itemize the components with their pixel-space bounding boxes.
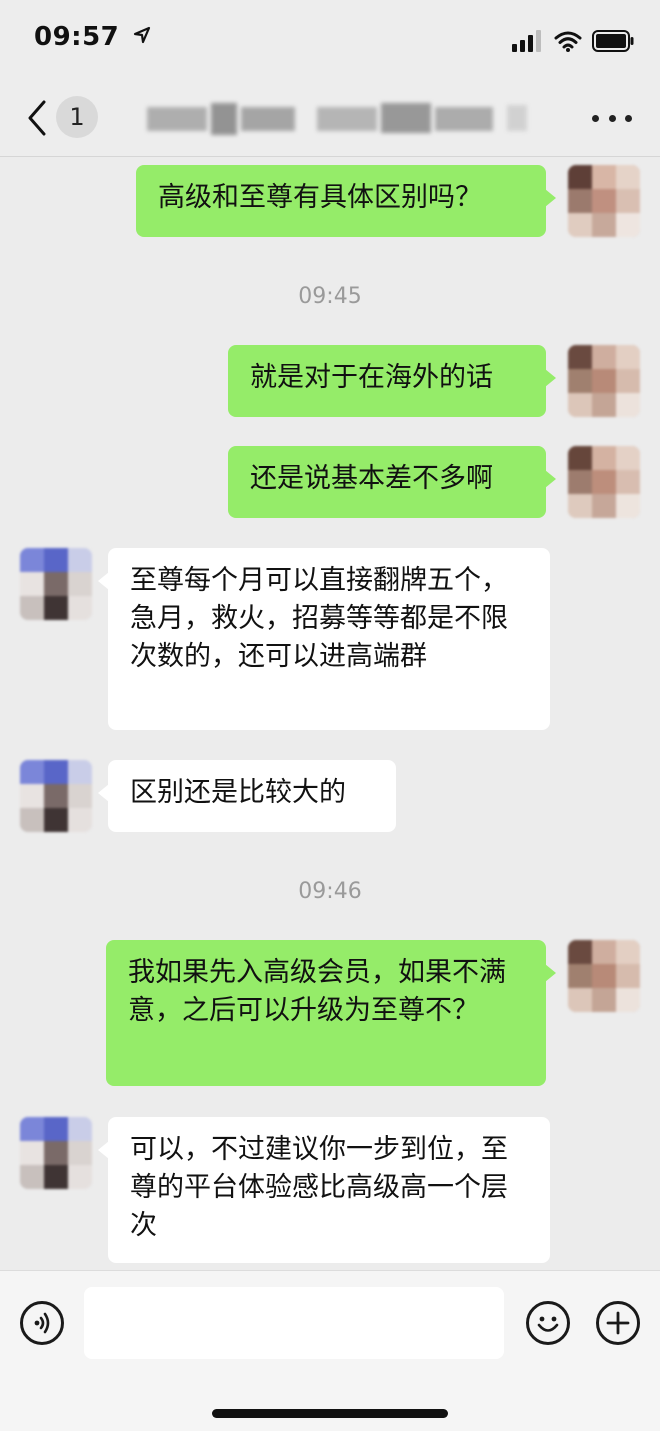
emoji-button[interactable] [526, 1301, 570, 1345]
unread-count-badge: 1 [56, 96, 98, 138]
wifi-icon [554, 31, 582, 52]
status-time-text: 09:57 [34, 22, 120, 52]
battery-icon [592, 30, 634, 52]
status-bar: 09:57 [0, 0, 660, 80]
message-bubble-incoming[interactable]: 可以，不过建议你一步到位，至尊的平台体验感比高级高一个层次 [98, 1117, 550, 1263]
contact-avatar[interactable] [20, 548, 92, 620]
more-dot [625, 114, 632, 122]
status-icons [512, 26, 634, 56]
status-time: 09:57 [34, 22, 151, 52]
more-dot [608, 114, 616, 122]
chevron-left-icon [28, 100, 46, 136]
message-bubble-outgoing[interactable]: 还是说基本差不多啊 [228, 446, 556, 518]
voice-button[interactable] [20, 1301, 64, 1345]
message-text: 区别还是比较大的 [130, 777, 346, 808]
message-text: 就是对于在海外的话 [250, 362, 493, 393]
more-dots-icon [592, 114, 599, 122]
my-avatar[interactable] [568, 940, 640, 1012]
cellular-signal-icon [512, 30, 541, 52]
home-indicator [212, 1409, 448, 1418]
message-text: 我如果先入高级会员，如果不满意，之后可以升级为至尊不？ [128, 957, 506, 1026]
message-text: 至尊每个月可以直接翻牌五个，急月，救火，招募等等都是不限次数的，还可以进高端群 [130, 565, 508, 672]
message-bubble-outgoing[interactable]: 我如果先入高级会员，如果不满意，之后可以升级为至尊不？ [106, 940, 556, 1086]
message-text: 还是说基本差不多啊 [250, 463, 493, 494]
more-button[interactable] [592, 108, 632, 128]
message-timestamp: 09:45 [298, 284, 362, 309]
message-bubble-incoming[interactable]: 区别还是比较大的 [98, 760, 396, 832]
chat-title-obscured [145, 98, 545, 140]
contact-avatar[interactable] [20, 1117, 92, 1189]
message-list[interactable]: 高级和至尊有具体区别吗？ 09:45 就是对于在海外的话 还是说基本差不多啊 至… [0, 157, 660, 1270]
plus-button[interactable] [596, 1301, 640, 1345]
emoji-icon [537, 1316, 559, 1332]
location-arrow-icon [133, 26, 150, 44]
message-input[interactable] [84, 1287, 504, 1359]
back-button[interactable]: 1 [24, 94, 114, 142]
contact-avatar[interactable] [20, 760, 92, 832]
my-avatar[interactable] [568, 446, 640, 518]
message-bubble-outgoing[interactable]: 就是对于在海外的话 [228, 345, 556, 417]
chat-header: 1 [0, 80, 660, 157]
plus-icon [606, 1311, 630, 1335]
message-bubble-incoming[interactable]: 至尊每个月可以直接翻牌五个，急月，救火，招募等等都是不限次数的，还可以进高端群 [98, 548, 550, 730]
input-bar [0, 1270, 660, 1431]
message-bubble-outgoing[interactable]: 高级和至尊有具体区别吗？ [136, 165, 556, 237]
message-text: 高级和至尊有具体区别吗？ [158, 182, 482, 213]
message-timestamp: 09:46 [298, 879, 362, 904]
voice-icon [34, 1312, 50, 1334]
my-avatar[interactable] [568, 165, 640, 237]
message-text: 可以，不过建议你一步到位，至尊的平台体验感比高级高一个层次 [130, 1134, 508, 1241]
my-avatar[interactable] [568, 345, 640, 417]
